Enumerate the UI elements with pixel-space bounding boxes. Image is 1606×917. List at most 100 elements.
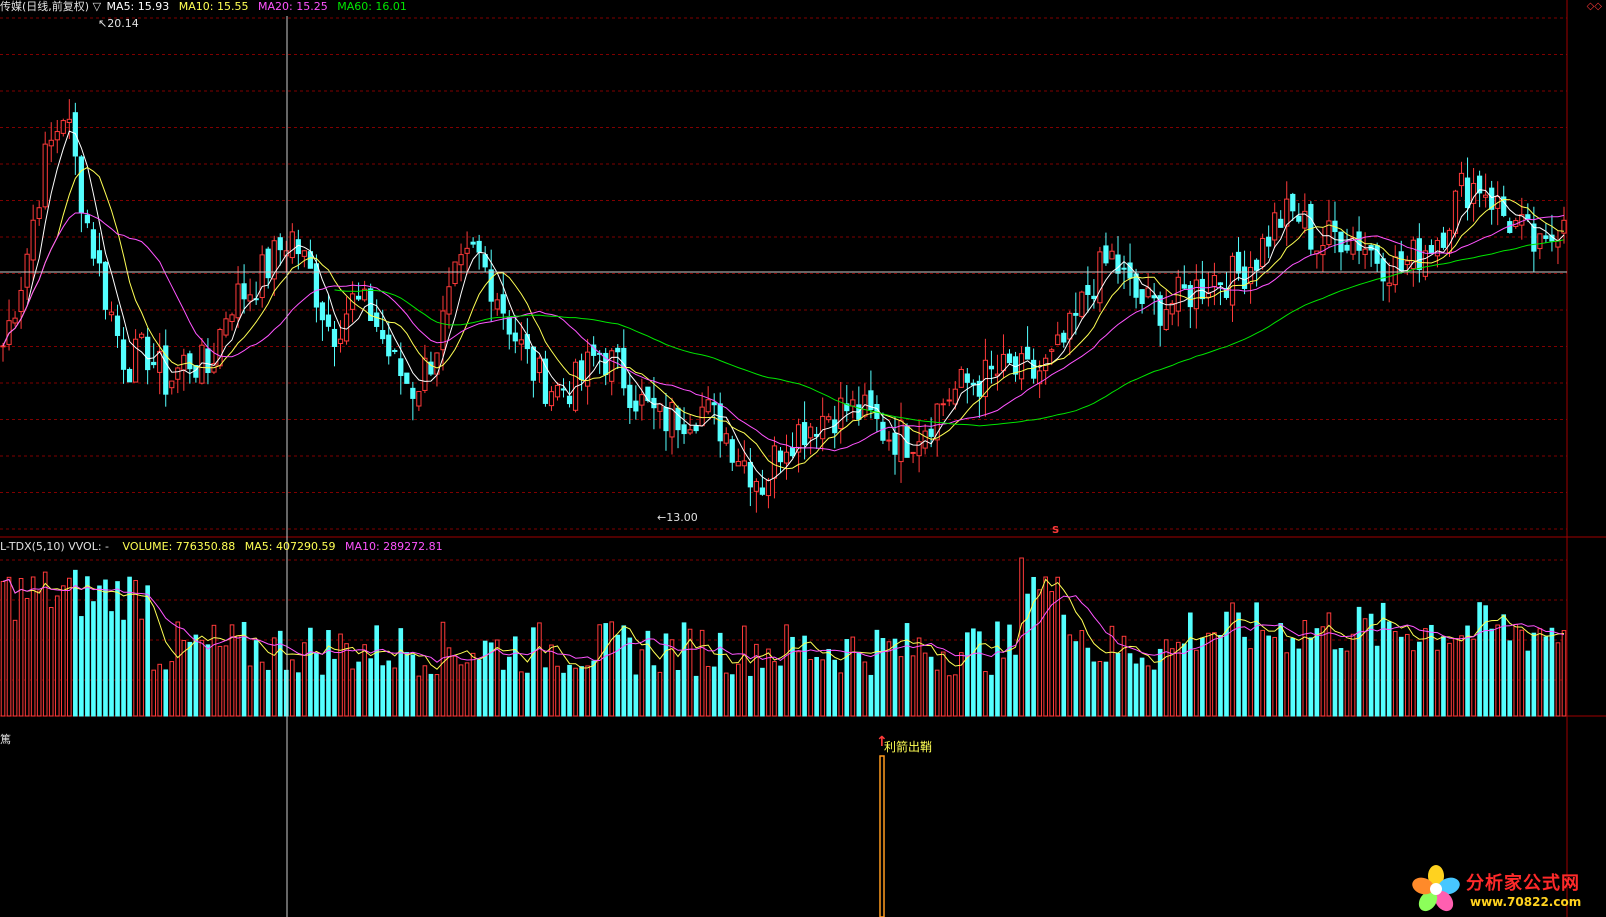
candle-body <box>96 250 103 264</box>
volume-bar <box>1133 663 1139 717</box>
high-price-label: 20.14 <box>107 17 139 30</box>
volume-bar <box>989 674 994 717</box>
candle-body <box>66 118 72 123</box>
candle-body <box>958 368 964 388</box>
candle-body <box>753 480 759 492</box>
volume-bar <box>1447 642 1452 717</box>
volume-bar <box>1272 636 1278 717</box>
candle-body <box>265 248 271 279</box>
watermark: 分析家公式网 www.70822.com <box>1406 859 1606 917</box>
volume-bar <box>6 576 12 717</box>
candle-body <box>205 348 211 374</box>
volume-bar <box>109 611 114 717</box>
volume-bar <box>440 621 446 717</box>
candle-body <box>1139 289 1145 304</box>
watermark-url: www.70822.com <box>1470 895 1582 909</box>
volume-bar <box>886 641 892 717</box>
volume-bar <box>519 671 524 717</box>
candle-body <box>120 339 127 370</box>
volume-bar <box>838 672 844 717</box>
volume-bar <box>1392 631 1398 717</box>
volume-bar <box>356 661 361 717</box>
volume-bar <box>832 659 838 717</box>
volume-bar <box>482 640 488 717</box>
candle-body <box>169 380 175 389</box>
candle-body <box>1079 291 1085 317</box>
volume-bar <box>283 669 289 717</box>
volume-bar <box>1025 593 1030 717</box>
candle-body <box>247 294 253 302</box>
volume-bar <box>344 643 349 717</box>
candle-body <box>609 350 615 382</box>
sell-marker: S <box>1052 525 1060 536</box>
candle-body <box>1121 267 1127 270</box>
candle-body <box>512 332 518 342</box>
volume-bar <box>259 661 265 717</box>
window-control-icons[interactable]: ◇◇ <box>1587 0 1602 13</box>
volume-bar <box>699 629 705 717</box>
volume-bar <box>1296 648 1302 717</box>
candle-body <box>1163 309 1169 330</box>
security-title: 传媒(日线,前复权) ▽ <box>0 0 102 13</box>
candle-body <box>1145 287 1151 298</box>
candle-body <box>60 120 66 134</box>
candle-body <box>560 388 567 391</box>
low-price-marker: ←13.00 <box>657 511 698 524</box>
volume-bar <box>1326 612 1332 717</box>
candle-body <box>90 229 97 259</box>
volume-bar <box>1007 624 1012 717</box>
candle-body <box>1260 237 1266 267</box>
candle-body <box>42 143 48 208</box>
volume-bar <box>1079 630 1085 717</box>
volume-bar <box>1242 636 1247 717</box>
volume-bar <box>464 662 470 717</box>
volume-bar <box>1513 623 1519 717</box>
candle-body <box>114 315 121 336</box>
candle-body <box>1049 349 1055 352</box>
volume-bar <box>60 585 66 717</box>
candle-body <box>223 318 229 336</box>
volume-bar <box>338 633 343 717</box>
candle-body <box>964 373 970 383</box>
price-panel-header: 传媒(日线,前复权) ▽ MA5: 15.93 MA10: 15.55 MA20… <box>0 0 413 13</box>
volume-bar <box>1435 649 1440 717</box>
candle-body <box>277 237 283 251</box>
volume-bar <box>597 624 602 717</box>
volume-bar <box>470 652 476 717</box>
volume-bar <box>139 618 144 717</box>
kline-chart-canvas[interactable] <box>0 0 1606 917</box>
candle-body <box>0 345 6 348</box>
volume-bar <box>1459 635 1464 717</box>
candle-body <box>482 254 488 268</box>
volume-bar <box>151 669 156 717</box>
candle-body <box>506 317 512 335</box>
candle-body <box>1392 256 1398 286</box>
candle-body <box>717 403 723 442</box>
candle-body <box>566 395 573 405</box>
volume-bar <box>934 669 940 717</box>
volume-bar <box>271 637 277 717</box>
candle-body <box>1254 259 1260 271</box>
volume-bar <box>1380 602 1386 717</box>
candle-body <box>404 372 410 384</box>
candle-body <box>789 447 796 457</box>
candle-body <box>217 329 223 367</box>
candle-body <box>229 314 235 323</box>
volume-bar <box>1206 632 1211 717</box>
candle-body <box>488 269 494 302</box>
candle-body <box>374 312 380 327</box>
volume-bar <box>693 675 699 717</box>
volume-bar <box>121 619 126 717</box>
volume-bar <box>416 675 422 717</box>
volume-bar <box>567 664 572 717</box>
volume-bar <box>766 648 771 717</box>
volume-bar <box>633 674 639 717</box>
volume-bar <box>1091 661 1097 717</box>
candle-body <box>615 347 621 353</box>
candle-body <box>78 156 84 214</box>
candle-body <box>1308 203 1314 250</box>
candle-body <box>1543 235 1549 239</box>
volume-bar <box>1320 626 1326 717</box>
volume-bar <box>54 595 60 717</box>
volume-bar <box>169 661 175 717</box>
